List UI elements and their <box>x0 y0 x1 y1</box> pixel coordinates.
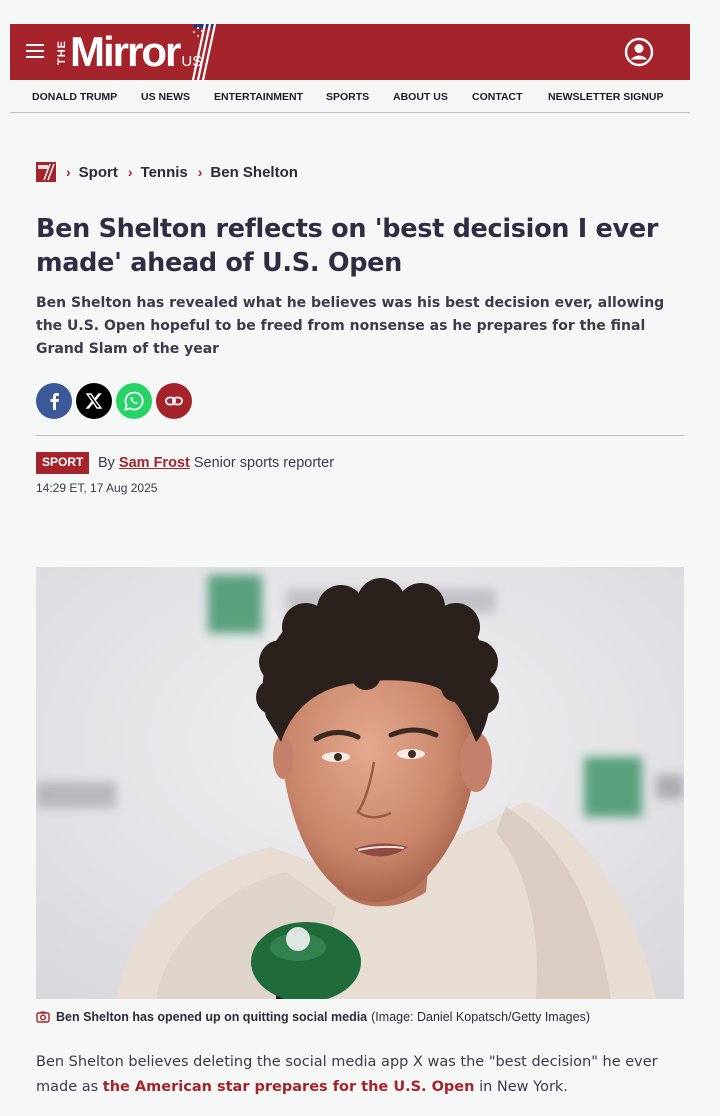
link-icon <box>165 396 183 406</box>
logo-the: THE <box>56 39 68 65</box>
section-badge[interactable]: SPORT <box>36 452 90 474</box>
nav-sports[interactable]: SPORTS <box>326 91 369 103</box>
copy-link-button[interactable] <box>156 383 192 419</box>
masthead: THE Mirror US <box>10 24 690 80</box>
whatsapp-icon <box>124 391 144 411</box>
home-logo-icon[interactable] <box>36 162 56 182</box>
nav-entertainment[interactable]: ENTERTAINMENT <box>214 91 303 103</box>
body-text-end: in New York. <box>474 1079 568 1095</box>
whatsapp-share-button[interactable] <box>116 383 152 419</box>
menu-icon[interactable] <box>26 44 44 59</box>
chevron-right-icon: › <box>197 164 203 180</box>
breadcrumb-tennis[interactable]: Tennis <box>141 164 188 181</box>
account-icon[interactable] <box>624 37 654 67</box>
nav-contact[interactable]: CONTACT <box>472 91 523 103</box>
chevron-right-icon: › <box>127 164 133 180</box>
caption-credit: (Image: Daniel Kopatsch/Getty Images) <box>371 1010 590 1024</box>
facebook-share-button[interactable] <box>36 383 72 419</box>
nav-donald-trump[interactable]: DONALD TRUMP <box>32 91 117 103</box>
nav-us-news[interactable]: US NEWS <box>141 91 190 103</box>
camera-icon <box>36 1011 50 1023</box>
image-caption: Ben Shelton has opened up on quitting so… <box>36 1010 590 1024</box>
breadcrumb-ben-shelton[interactable]: Ben Shelton <box>210 164 298 181</box>
share-bar <box>36 383 192 419</box>
top-navigation: DONALD TRUMP US NEWS ENTERTAINMENT SPORT… <box>10 80 690 113</box>
article-headline: Ben Shelton reflects on 'best decision I… <box>36 214 659 278</box>
breadcrumb: › Sport › Tennis › Ben Shelton <box>36 162 298 182</box>
byline-prefix: By <box>98 455 115 471</box>
caption-text: Ben Shelton has opened up on quitting so… <box>56 1010 368 1024</box>
author-role: Senior sports reporter <box>193 455 335 471</box>
divider <box>36 435 684 436</box>
author-link[interactable]: Sam Frost <box>119 455 190 471</box>
flag-stripes-icon <box>191 24 216 80</box>
article-standfirst: Ben Shelton has revealed what he believe… <box>36 295 665 357</box>
x-share-button[interactable] <box>76 383 112 419</box>
body-inline-link[interactable]: the American star prepares for the U.S. … <box>103 1079 475 1095</box>
article-body-paragraph: Ben Shelton believes deleting the social… <box>36 1050 684 1100</box>
hero-image[interactable] <box>36 567 684 999</box>
byline: By Sam Frost Senior sports reporter <box>98 455 334 471</box>
nav-newsletter-signup[interactable]: NEWSLETTER SIGNUP <box>548 91 664 103</box>
facebook-icon <box>50 393 59 410</box>
chevron-right-icon: › <box>66 164 71 180</box>
x-icon <box>85 393 103 409</box>
publish-timestamp: 14:29 ET, 17 Aug 2025 <box>36 481 158 495</box>
logo-wordmark: Mirror <box>70 28 181 75</box>
nav-about-us[interactable]: ABOUT US <box>393 91 448 103</box>
breadcrumb-sport[interactable]: Sport <box>79 164 118 181</box>
